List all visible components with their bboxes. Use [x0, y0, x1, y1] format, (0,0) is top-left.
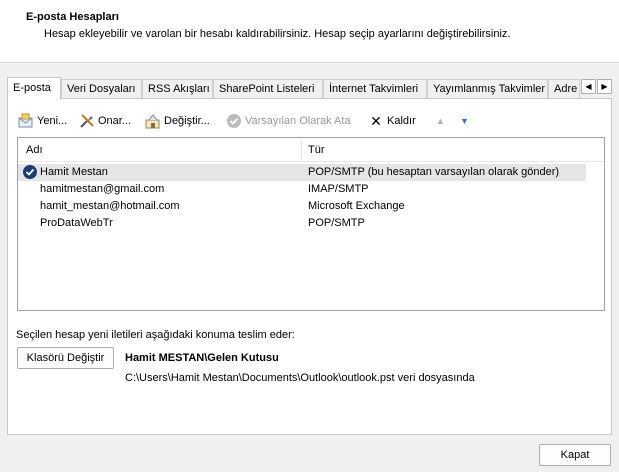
- account-name: hamitmestan@gmail.com: [40, 183, 165, 195]
- account-type: POP/SMTP: [308, 217, 365, 229]
- email-tab-panel: Yeni... Onar... Değiştir... Varsayılan O…: [7, 98, 612, 435]
- set-default-button[interactable]: Varsayılan Olarak Ata: [226, 111, 351, 131]
- account-type: POP/SMTP (bu hesaptan varsayılan olarak …: [308, 166, 560, 178]
- repair-button[interactable]: Onar...: [79, 111, 131, 131]
- account-row[interactable]: hamit_mestan@hotmail.com Microsoft Excha…: [18, 198, 586, 215]
- delivery-folder-path: C:\Users\Hamit Mestan\Documents\Outlook\…: [125, 372, 475, 384]
- remove-button[interactable]: ✕ Kaldır: [368, 111, 416, 131]
- header-title: E-posta Hesapları: [26, 11, 119, 23]
- tab-scroll-right-icon[interactable]: ▶: [597, 79, 612, 94]
- tab-data-files[interactable]: Veri Dosyaları: [61, 79, 142, 99]
- tools-icon: [79, 113, 95, 129]
- column-separator[interactable]: [301, 140, 302, 160]
- account-row[interactable]: Hamit Mestan POP/SMTP (bu hesaptan varsa…: [18, 164, 586, 181]
- account-name: Hamit Mestan: [40, 166, 108, 178]
- account-name: ProDataWebTr: [40, 217, 113, 229]
- new-account-button[interactable]: Yeni...: [18, 111, 67, 131]
- tab-published-calendars[interactable]: Yayımlanmış Takvimler: [427, 79, 548, 99]
- account-type: IMAP/SMTP: [308, 183, 369, 195]
- tab-scroll-left-icon[interactable]: ◀: [581, 79, 596, 94]
- account-toolbar: Yeni... Onar... Değiştir... Varsayılan O…: [18, 111, 608, 131]
- tab-email[interactable]: E-posta: [7, 77, 61, 100]
- list-header: Adı Tür: [18, 138, 604, 162]
- delivery-folder-name: Hamit MESTAN\Gelen Kutusu: [125, 352, 279, 364]
- account-type: Microsoft Exchange: [308, 200, 405, 212]
- column-header-name[interactable]: Adı: [26, 144, 43, 156]
- new-account-icon: [18, 113, 34, 129]
- tab-strip: E-posta Veri Dosyaları RSS Akışları Shar…: [7, 77, 612, 100]
- tab-address-books[interactable]: Adre: [548, 79, 580, 99]
- account-name: hamit_mestan@hotmail.com: [40, 200, 180, 212]
- change-folder-button[interactable]: Klasörü Değiştir: [17, 347, 114, 369]
- tab-rss-feeds[interactable]: RSS Akışları: [142, 79, 213, 99]
- check-circle-icon: [226, 113, 242, 129]
- change-button[interactable]: Değiştir...: [145, 111, 210, 131]
- header-description: Hesap ekleyebilir ve varolan bir hesabı …: [44, 28, 511, 40]
- close-button[interactable]: Kapat: [539, 444, 611, 466]
- delivery-location-label: Seçilen hesap yeni iletileri aşağıdaki k…: [16, 329, 295, 341]
- set-default-label: Varsayılan Olarak Ata: [245, 115, 351, 127]
- tab-sharepoint-lists[interactable]: SharePoint Listeleri: [213, 79, 323, 99]
- account-list[interactable]: Adı Tür Hamit Mestan POP/SMTP (bu hesapt…: [17, 137, 605, 311]
- change-settings-icon: [145, 113, 161, 129]
- account-row[interactable]: ProDataWebTr POP/SMTP: [18, 215, 586, 232]
- column-header-type[interactable]: Tür: [308, 144, 325, 156]
- remove-x-icon: ✕: [370, 113, 382, 129]
- remove-label: Kaldır: [387, 115, 416, 127]
- tab-internet-calendars[interactable]: İnternet Takvimleri: [323, 79, 427, 99]
- account-row[interactable]: hamitmestan@gmail.com IMAP/SMTP: [18, 181, 586, 198]
- default-account-check-icon: [23, 165, 37, 179]
- change-label: Değiştir...: [164, 115, 210, 127]
- move-down-arrow-icon[interactable]: ▼: [460, 111, 469, 131]
- repair-label: Onar...: [98, 115, 132, 127]
- new-account-label: Yeni...: [37, 115, 68, 127]
- move-up-arrow-icon[interactable]: ▲: [436, 111, 445, 131]
- dialog-header: E-posta Hesapları Hesap ekleyebilir ve v…: [0, 0, 619, 63]
